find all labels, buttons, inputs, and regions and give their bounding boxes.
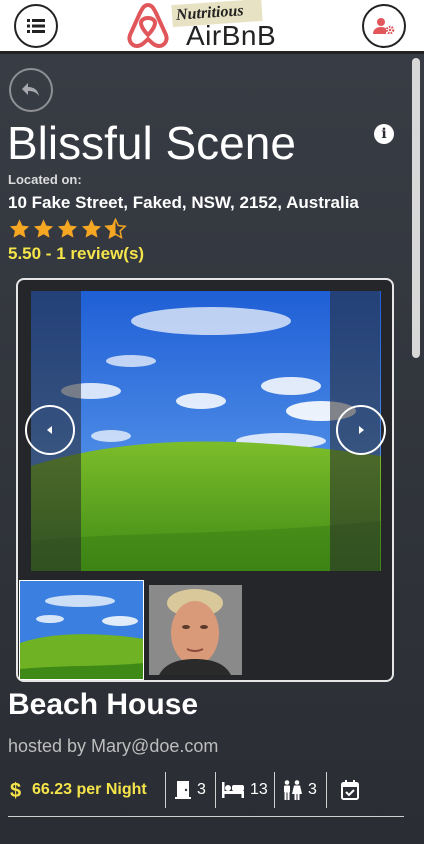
- listing-detail-panel: Blissful Scene i Located on: 10 Fake Str…: [0, 54, 424, 844]
- dollar-icon: $: [10, 780, 21, 801]
- info-icon[interactable]: i: [374, 124, 394, 144]
- section-divider: [8, 816, 404, 817]
- app-header: Nutritious AirBnB: [0, 0, 424, 54]
- booking-calendar-button[interactable]: [341, 774, 359, 806]
- listing-title: Blissful Scene: [7, 117, 296, 169]
- bedrooms-feature: 3: [175, 774, 206, 806]
- rating-summary: 5.50 - 1 review(s): [8, 244, 145, 263]
- portrait-thumbnail: [149, 585, 242, 675]
- caret-right-icon: [359, 426, 364, 434]
- host-info: hosted by Mary@doe.com: [8, 736, 219, 756]
- beds-feature: 13: [222, 774, 268, 806]
- bathrooms-feature: 3: [282, 774, 317, 806]
- landscape-thumbnail: [20, 581, 143, 679]
- gallery-prev-button[interactable]: [25, 405, 75, 455]
- gallery-next-button[interactable]: [336, 405, 386, 455]
- bed-icon: [222, 782, 244, 798]
- menu-icon: [27, 19, 45, 33]
- back-button[interactable]: [9, 68, 53, 112]
- bedrooms-count: 3: [197, 781, 206, 798]
- listing-features: $ 66.23 per Night 3 13 3: [0, 770, 424, 810]
- feature-divider: [326, 772, 327, 808]
- svg-text:$: $: [10, 780, 21, 801]
- gallery-thumbnail-1[interactable]: [19, 580, 144, 680]
- feature-divider: [215, 772, 216, 808]
- star-half-icon: [104, 218, 127, 240]
- star-rating: [8, 218, 128, 240]
- star-full-icon: [81, 219, 102, 238]
- gallery-thumbnail-2[interactable]: [149, 585, 242, 675]
- property-type: Beach House: [8, 688, 199, 721]
- bathrooms-count: 3: [308, 781, 317, 798]
- app-logo[interactable]: Nutritious AirBnB: [122, 0, 302, 51]
- listing-address: 10 Fake Street, Faked, NSW, 2152, Austra…: [8, 193, 359, 212]
- main-photo: [31, 291, 381, 571]
- star-full-icon: [57, 219, 78, 238]
- star-full-icon: [33, 219, 54, 238]
- user-gear-icon: [373, 18, 395, 35]
- caret-left-icon: [47, 426, 52, 434]
- restroom-icon: [284, 780, 302, 800]
- landscape-photo: [31, 291, 381, 571]
- scrollbar[interactable]: [412, 58, 420, 358]
- feature-divider: [165, 772, 166, 808]
- image-gallery: [16, 278, 394, 682]
- user-settings-button[interactable]: [362, 4, 406, 48]
- star-full-icon: [9, 219, 30, 238]
- calendar-check-icon: [341, 780, 359, 800]
- door-icon: [175, 781, 191, 799]
- located-label: Located on:: [8, 172, 82, 187]
- feature-divider: [274, 772, 275, 808]
- menu-button[interactable]: [14, 4, 58, 48]
- beds-count: 13: [250, 781, 268, 798]
- back-arrow-icon: [22, 83, 39, 96]
- price-label: 66.23 per Night: [32, 781, 147, 798]
- logo-name: AirBnB: [186, 20, 277, 51]
- price-feature: $ 66.23 per Night: [10, 774, 147, 806]
- airbnb-logo-icon: [127, 3, 169, 48]
